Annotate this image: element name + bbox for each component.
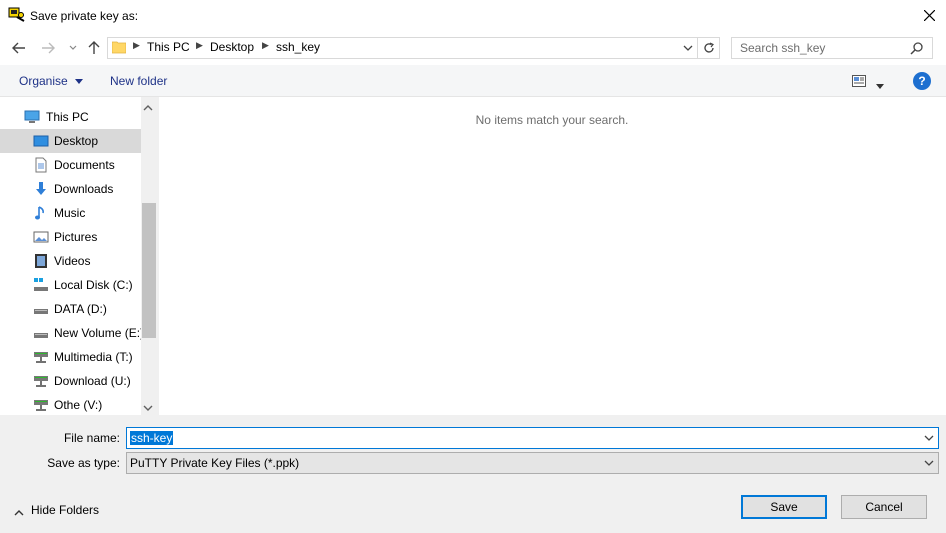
desktop-icon <box>33 135 49 147</box>
chevron-down-icon <box>924 435 934 441</box>
search-icon[interactable] <box>910 41 924 55</box>
caret-down-icon <box>75 79 84 85</box>
chevron-up-icon <box>143 105 153 111</box>
tree-item-documents[interactable]: Documents <box>0 153 141 177</box>
file-name-value[interactable]: ssh-key <box>130 431 174 445</box>
breadcrumb-this-pc[interactable]: This PC <box>147 40 190 54</box>
computer-icon <box>24 110 40 123</box>
tree-item-label: Downloads <box>54 182 114 196</box>
tree-item-label: Desktop <box>54 134 99 148</box>
recent-locations-button[interactable] <box>65 40 81 56</box>
music-icon <box>35 206 44 220</box>
up-button[interactable] <box>86 40 102 56</box>
window-title: Save private key as: <box>30 9 139 23</box>
organise-button[interactable]: Organise <box>19 74 84 88</box>
tree-item-label: Download (U:) <box>54 374 131 388</box>
breadcrumb-ssh-key[interactable]: ssh_key <box>276 40 320 54</box>
tree-item-this-pc[interactable]: This PC <box>0 105 141 129</box>
tree-item-desktop[interactable]: Desktop <box>0 129 141 153</box>
tree-item-data-d[interactable]: DATA (D:) <box>0 297 141 321</box>
downloads-icon <box>36 182 46 195</box>
videos-icon <box>35 254 47 268</box>
forward-button[interactable] <box>40 40 56 56</box>
empty-message: No items match your search. <box>475 113 629 127</box>
organise-label: Organise <box>19 74 68 88</box>
arrow-left-icon <box>12 42 25 54</box>
breadcrumb-separator-icon[interactable]: ▶ <box>262 40 269 51</box>
navigation-pane: This PC Desktop Documents Downloads Musi… <box>0 97 158 415</box>
tree-item-label: New Volume (E:) <box>54 326 145 340</box>
file-name-label: File name: <box>63 431 120 445</box>
local-disk-icon <box>34 278 48 291</box>
putty-key-icon <box>8 7 26 23</box>
tree-scrollbar-thumb[interactable] <box>142 203 156 338</box>
file-name-input[interactable] <box>126 427 939 449</box>
help-button[interactable]: ? <box>913 72 931 90</box>
view-dropdown-button[interactable] <box>876 78 884 92</box>
tree-item-othe-v[interactable]: Othe (V:) <box>0 393 141 417</box>
tree-item-label: Documents <box>54 158 115 172</box>
breadcrumb-separator-icon[interactable]: ▶ <box>196 40 203 51</box>
chevron-down-icon <box>924 460 934 466</box>
save-type-dropdown-button[interactable] <box>924 456 934 470</box>
chevron-up-icon[interactable] <box>14 505 24 516</box>
scroll-down-button[interactable] <box>143 401 153 415</box>
scroll-up-button[interactable] <box>143 100 153 114</box>
tree-item-label: Othe (V:) <box>54 398 103 412</box>
drive-icon <box>34 309 48 314</box>
tree-item-download-u[interactable]: Download (U:) <box>0 369 141 393</box>
breadcrumb-separator-icon: ▶ <box>133 40 140 50</box>
arrow-up-icon <box>88 41 100 54</box>
tree-item-new-volume-e[interactable]: New Volume (E:) <box>0 321 145 345</box>
tree-item-label: Local Disk (C:) <box>54 278 133 292</box>
tree-item-local-disk-c[interactable]: Local Disk (C:) <box>0 273 141 297</box>
save-button[interactable]: Save <box>741 495 827 519</box>
save-type-value: PuTTY Private Key Files (*.ppk) <box>130 456 300 470</box>
new-folder-button[interactable]: New folder <box>110 74 167 88</box>
close-icon <box>923 9 935 21</box>
tree-item-label: Videos <box>54 254 91 268</box>
tree-item-pictures[interactable]: Pictures <box>0 225 141 249</box>
save-type-label: Save as type: <box>47 456 120 470</box>
tree-item-label: Music <box>54 206 86 220</box>
file-list-pane[interactable] <box>158 97 946 415</box>
tree-item-label: This PC <box>46 110 89 124</box>
caret-down-icon <box>876 84 884 89</box>
chevron-down-icon <box>143 405 153 411</box>
folder-icon <box>111 40 127 54</box>
network-drive-icon <box>34 376 48 387</box>
network-drive-icon <box>34 400 48 411</box>
tree-item-label: DATA (D:) <box>54 302 107 316</box>
back-button[interactable] <box>11 40 27 56</box>
drive-icon <box>34 333 48 338</box>
close-button[interactable] <box>916 4 942 26</box>
title-bar <box>0 0 946 32</box>
tree-item-label: Pictures <box>54 230 98 244</box>
file-name-dropdown-button[interactable] <box>924 431 934 445</box>
tree-item-label: Multimedia (T:) <box>54 350 133 364</box>
tree-item-videos[interactable]: Videos <box>0 249 141 273</box>
arrow-right-icon <box>42 42 55 54</box>
view-options-icon[interactable] <box>852 75 866 87</box>
chevron-down-icon <box>683 45 693 51</box>
search-placeholder: Search ssh_key <box>740 41 826 55</box>
refresh-button[interactable] <box>698 37 720 59</box>
address-dropdown-button[interactable] <box>683 41 693 55</box>
breadcrumb-desktop[interactable]: Desktop <box>210 40 254 54</box>
network-drive-icon <box>34 352 48 363</box>
pictures-icon <box>33 231 49 243</box>
chevron-down-icon <box>69 45 77 50</box>
cancel-button[interactable]: Cancel <box>841 495 927 519</box>
documents-icon <box>35 157 47 173</box>
tree-item-multimedia-t[interactable]: Multimedia (T:) <box>0 345 141 369</box>
tree-item-music[interactable]: Music <box>0 201 141 225</box>
refresh-icon <box>703 42 714 53</box>
tree-item-downloads[interactable]: Downloads <box>0 177 141 201</box>
hide-folders-button[interactable]: Hide Folders <box>31 503 99 517</box>
